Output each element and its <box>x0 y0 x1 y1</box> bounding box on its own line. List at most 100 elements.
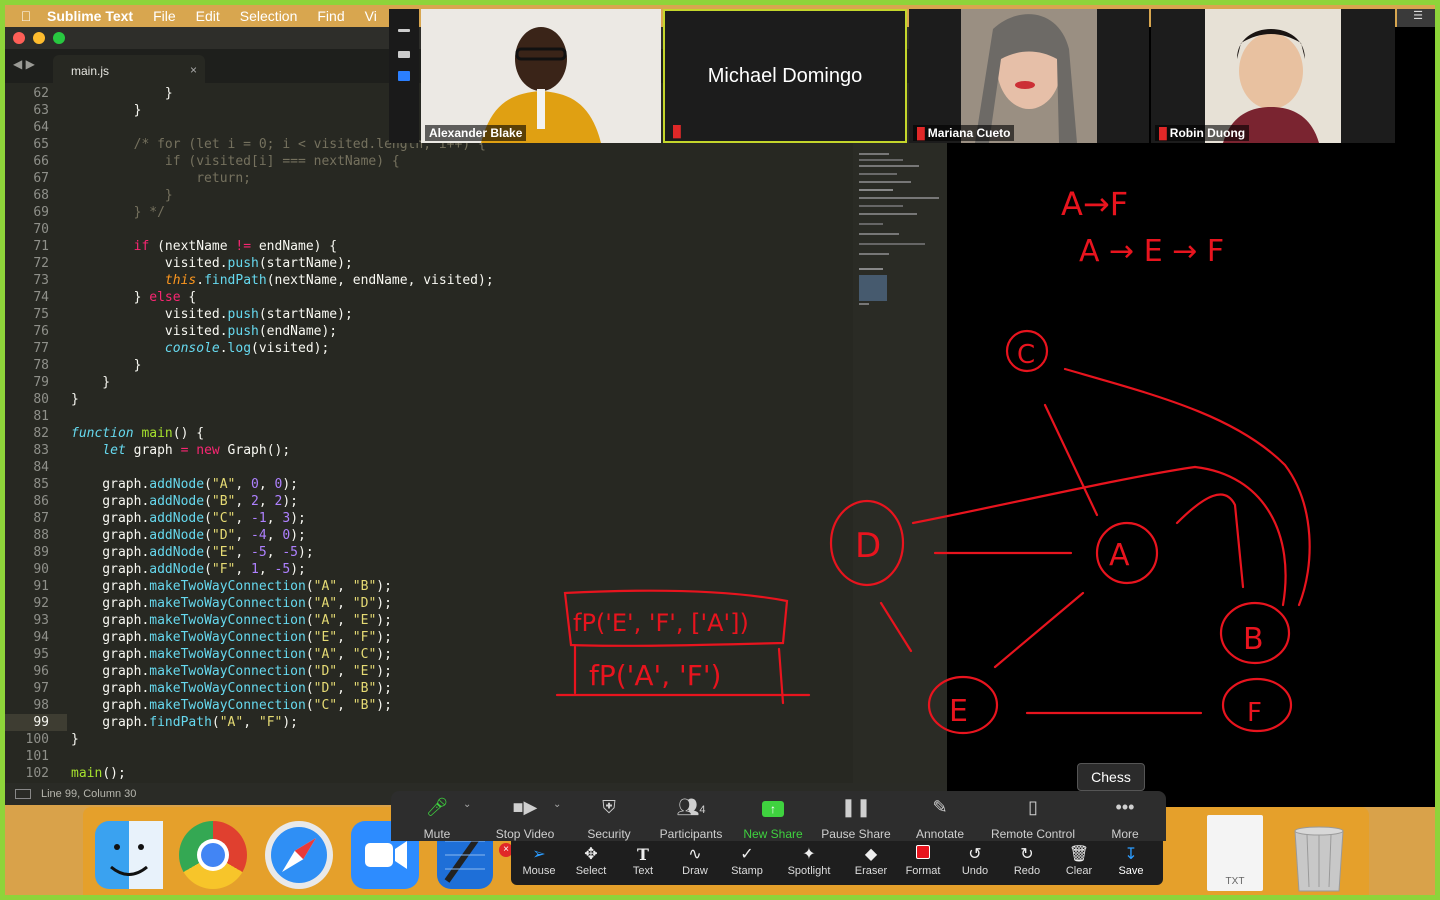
code-area[interactable]: } } /* for (let i = 0; i < visited.lengt… <box>71 83 851 783</box>
code-line: graph.makeTwoWayConnection("C", "B"); <box>71 698 392 713</box>
color-swatch-icon <box>897 845 949 865</box>
line-number: 87 <box>33 511 49 526</box>
line-number: 88 <box>33 528 49 543</box>
save-tool[interactable]: ↧ Save <box>1105 845 1157 877</box>
video-options-chevron-icon[interactable]: ⌄ <box>553 799 561 810</box>
cursor-arrow-icon: ➢ <box>532 846 546 863</box>
menu-edit[interactable]: Edit <box>196 8 220 24</box>
view-options-icon[interactable]: ☰ <box>1397 9 1435 27</box>
menu-selection[interactable]: Selection <box>240 8 298 24</box>
mute-button[interactable]: 🎤︎ Mute <box>411 795 463 841</box>
tab-nav-arrows-icon[interactable]: ◀ ▶ <box>13 57 35 71</box>
microphone-icon: 🎤︎ <box>425 797 449 817</box>
code-line: } <box>71 375 111 390</box>
code-line: graph.addNode("F", 1, -5); <box>71 562 306 577</box>
muted-icon: █ <box>673 126 681 138</box>
tab-main-js[interactable]: main.js × <box>53 55 205 83</box>
security-button[interactable]: ⛨ Security <box>577 795 641 841</box>
participant-name: Alexander Blake <box>425 125 527 141</box>
line-number: 64 <box>33 120 49 135</box>
line-number: 78 <box>33 358 49 373</box>
video-tile-mariana[interactable]: █ Mariana Cueto <box>909 9 1149 143</box>
tab-close-icon[interactable]: × <box>190 63 197 77</box>
safari-icon[interactable] <box>265 821 333 889</box>
minimap-preview <box>859 153 939 305</box>
menu-app-name[interactable]: Sublime Text <box>47 8 133 24</box>
shield-icon: ⛨ <box>602 797 616 817</box>
clear-tool[interactable]: 🗑︎ Clear <box>1053 845 1105 877</box>
spotlight-tool[interactable]: ✦ Spotlight <box>777 845 841 877</box>
code-line: graph.addNode("E", -5, -5); <box>71 545 314 560</box>
minimize-strip-icon[interactable] <box>398 29 410 32</box>
pause-share-button[interactable]: ❚❚ Pause Share <box>819 795 893 841</box>
zoom-window-button[interactable] <box>53 32 65 44</box>
new-share-button[interactable]: ↑ New Share <box>739 795 807 841</box>
line-number: 99 <box>33 715 49 730</box>
video-tile-alexander[interactable]: Alexander Blake <box>421 9 661 143</box>
single-view-icon[interactable] <box>398 51 410 58</box>
menu-find[interactable]: Find <box>317 8 344 24</box>
close-window-button[interactable] <box>13 32 25 44</box>
code-line: console.log(visited); <box>164 341 330 356</box>
annotate-button[interactable]: ✎ Annotate <box>909 795 971 841</box>
code-line: } <box>71 732 79 747</box>
apple-icon[interactable]:  <box>5 8 47 24</box>
mute-options-chevron-icon[interactable]: ⌄ <box>463 799 471 810</box>
participant-video <box>1151 9 1395 143</box>
undo-tool[interactable]: ↺ Undo <box>949 845 1001 877</box>
minimize-window-button[interactable] <box>33 32 45 44</box>
chrome-icon[interactable] <box>179 821 247 889</box>
stamp-tool[interactable]: ✓ Stamp <box>721 845 773 877</box>
format-tool[interactable]: Format <box>897 845 949 877</box>
minimap[interactable] <box>853 83 947 803</box>
text-tool[interactable]: T Text <box>617 845 669 877</box>
video-strip: Alexander Blake Michael Domingo █ █ Maria… <box>389 9 1395 143</box>
menu-view[interactable]: Vi <box>365 8 377 24</box>
cursor-position: Line 99, Column 30 <box>41 788 137 800</box>
strip-view-icon[interactable] <box>398 71 410 81</box>
eraser-tool[interactable]: ◆ Eraser <box>845 845 897 877</box>
panel-toggle-icon[interactable] <box>15 789 31 799</box>
line-number-gutter: 62 63 64 65 66 67 68 69 70 71 72 73 74 75 76 77 78 79 80 81… <box>5 83 57 783</box>
pause-icon: ❚❚ <box>840 797 872 817</box>
stop-video-button[interactable]: ■▶ Stop Video <box>487 795 563 841</box>
more-button[interactable]: ••• More <box>1099 795 1151 841</box>
line-number: 100 <box>25 732 49 747</box>
code-line: graph.addNode("A", 0, 0); <box>71 477 299 492</box>
video-tile-robin[interactable]: █ Robin Duong <box>1151 9 1395 143</box>
line-number: 102 <box>25 766 49 781</box>
participant-video <box>421 9 661 143</box>
remote-control-button[interactable]: ▯ Remote Control <box>985 795 1081 841</box>
code-line: if (visited[i] === nextName) { <box>71 154 400 169</box>
txt-file-icon[interactable]: TXT <box>1207 815 1263 891</box>
video-tile-michael[interactable]: Michael Domingo █ <box>663 9 907 143</box>
redo-tool[interactable]: ↻ Redo <box>1001 845 1053 877</box>
share-screen-icon: ↑ <box>739 795 807 819</box>
menu-file[interactable]: File <box>153 8 176 24</box>
annotation-toolbar: ➢ Mouse ✥ Select T Text ∿ Draw ✓ Stamp ✦… <box>511 841 1163 885</box>
finder-icon[interactable] <box>95 821 163 889</box>
tooltip-chess: Chess <box>1077 763 1145 791</box>
line-number: 81 <box>33 409 49 424</box>
strip-controls <box>389 9 419 143</box>
whiteboard-canvas[interactable] <box>947 27 1435 807</box>
line-number: 79 <box>33 375 49 390</box>
mouse-tool[interactable]: ➢ Mouse <box>513 845 565 877</box>
participants-button[interactable]: 👥︎4 Participants <box>653 795 729 841</box>
squiggle-icon: ∿ <box>688 846 702 863</box>
line-number: 72 <box>33 256 49 271</box>
code-line: } <box>71 86 173 101</box>
trash-icon[interactable] <box>1289 821 1349 892</box>
line-number: 76 <box>33 324 49 339</box>
code-line: graph.makeTwoWayConnection("A", "E"); <box>71 613 392 628</box>
line-number: 68 <box>33 188 49 203</box>
move-arrows-icon: ✥ <box>584 846 598 863</box>
code-line: visited.push(endName); <box>71 324 338 339</box>
line-number: 69 <box>33 205 49 220</box>
select-tool[interactable]: ✥ Select <box>565 845 617 877</box>
code-line: } <box>71 188 173 203</box>
participant-name: █ Robin Duong <box>1155 125 1250 141</box>
draw-tool[interactable]: ∿ Draw <box>669 845 721 877</box>
line-number: 73 <box>33 273 49 288</box>
line-number: 75 <box>33 307 49 322</box>
